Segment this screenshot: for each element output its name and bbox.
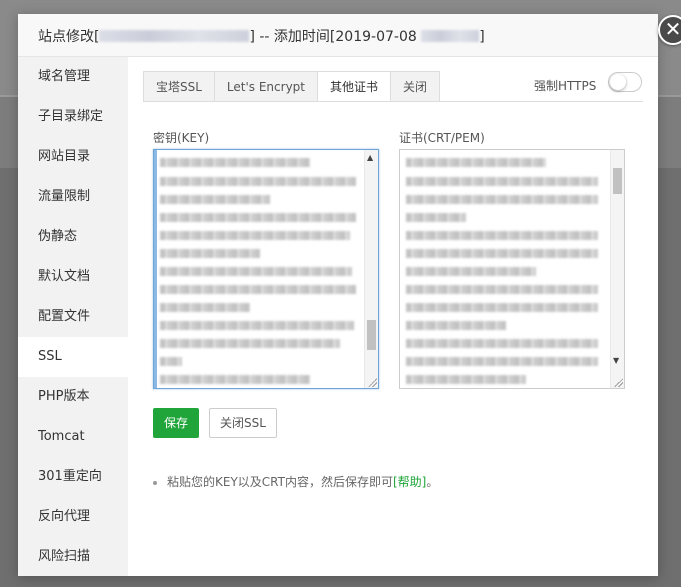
key-text-line	[160, 249, 260, 258]
sidebar-item-reverse-proxy[interactable]: 反向代理	[18, 497, 128, 537]
sidebar-item-config-file[interactable]: 配置文件	[18, 297, 128, 337]
cert-text-line	[406, 375, 526, 384]
cert-text-line	[406, 249, 598, 258]
close-dialog-button[interactable]: ✕	[658, 15, 681, 45]
help-tip: 粘贴您的KEY以及CRT内容，然后保存即可[帮助]。	[153, 473, 438, 490]
ssl-tabs: 宝塔SSL Let's Encrypt 其他证书 关闭	[143, 71, 441, 102]
save-button[interactable]: 保存	[153, 408, 199, 438]
dialog-title-suffix: ] -- 添加时间[2019-07-08	[249, 29, 417, 45]
key-text-line	[160, 285, 356, 294]
key-scroll-thumb[interactable]	[367, 320, 376, 350]
key-text-line	[160, 357, 182, 366]
key-scrollbar[interactable]: ▲	[364, 150, 378, 388]
cert-text-line	[406, 339, 598, 348]
force-https-toggle[interactable]	[608, 72, 642, 92]
cert-text-line	[406, 321, 506, 330]
settings-sidebar: 域名管理 子目录绑定 网站目录 流量限制 伪静态 默认文档 配置文件 SSL P…	[18, 57, 128, 576]
cert-textarea[interactable]: ▼	[399, 149, 625, 389]
sidebar-item-traffic-limit[interactable]: 流量限制	[18, 177, 128, 217]
sidebar-item-risk-scan[interactable]: 风险扫描	[18, 537, 128, 577]
cert-text-line	[406, 158, 546, 167]
sidebar-item-site-directory[interactable]: 网站目录	[18, 137, 128, 177]
key-label: 密钥(KEY)	[153, 131, 210, 145]
scroll-up-icon[interactable]: ▲	[367, 153, 373, 163]
sidebar-item-redirect-301[interactable]: 301重定向	[18, 457, 128, 497]
cert-text-line	[406, 231, 598, 240]
cert-label: 证书(CRT/PEM)	[399, 131, 485, 145]
resize-handle-icon[interactable]	[614, 378, 623, 387]
dialog-title-prefix: 站点修改[	[38, 29, 100, 45]
site-edit-dialog: 站点修改[ ] -- 添加时间[2019-07-08 ] ✕ 域名管理 子目录绑定…	[18, 14, 681, 576]
close-ssl-button[interactable]: 关闭SSL	[209, 408, 277, 438]
key-textarea[interactable]: ▲	[153, 149, 379, 389]
tip-end: 。	[426, 475, 439, 489]
cert-text-line	[406, 357, 598, 366]
force-https-label: 强制HTTPS	[534, 79, 597, 93]
bullet-icon	[153, 480, 157, 485]
key-focus-accent	[154, 150, 157, 388]
cert-scrollbar[interactable]: ▼	[610, 150, 624, 388]
help-link[interactable]: [帮助]	[393, 475, 426, 489]
resize-handle-icon[interactable]	[368, 378, 377, 387]
key-text-line	[160, 303, 250, 312]
cert-text-line	[406, 303, 598, 312]
key-text-line	[160, 158, 310, 167]
key-text-line	[160, 321, 354, 330]
key-text-line	[160, 213, 356, 222]
ssl-panel: 宝塔SSL Let's Encrypt 其他证书 关闭 强制HTTPS 密钥(K…	[128, 57, 658, 576]
key-text-line	[160, 231, 350, 240]
tab-divider	[143, 101, 643, 102]
redacted-time	[421, 30, 480, 42]
sidebar-item-subdir-binding[interactable]: 子目录绑定	[18, 97, 128, 137]
toggle-knob	[610, 74, 626, 90]
dialog-title: 站点修改[ ] -- 添加时间[2019-07-08 ]	[38, 26, 485, 46]
sidebar-item-rewrite[interactable]: 伪静态	[18, 217, 128, 257]
key-text-line	[160, 339, 340, 348]
sidebar-item-tomcat[interactable]: Tomcat	[18, 417, 128, 457]
sidebar-item-ssl[interactable]: SSL	[18, 337, 128, 377]
sidebar-item-php-version[interactable]: PHP版本	[18, 377, 128, 417]
tab-close[interactable]: 关闭	[391, 72, 440, 102]
sidebar-item-domain[interactable]: 域名管理	[18, 57, 128, 97]
cert-text-line	[406, 177, 598, 186]
tip-text: 粘贴您的KEY以及CRT内容，然后保存即可	[167, 475, 393, 489]
redacted-domain	[99, 30, 250, 42]
tab-lets-encrypt[interactable]: Let's Encrypt	[214, 72, 318, 102]
tab-bt-ssl[interactable]: 宝塔SSL	[144, 72, 215, 102]
dialog-header: 站点修改[ ] -- 添加时间[2019-07-08 ]	[18, 14, 658, 57]
cert-text-line	[406, 267, 536, 276]
key-text-line	[160, 267, 352, 276]
cert-scroll-thumb[interactable]	[613, 168, 622, 194]
key-text-line	[160, 195, 270, 204]
tab-other-cert[interactable]: 其他证书	[318, 72, 392, 102]
close-icon: ✕	[664, 17, 681, 41]
scroll-down-icon[interactable]: ▼	[613, 356, 619, 366]
key-text-line	[160, 177, 356, 186]
cert-text-line	[406, 213, 466, 222]
sidebar-item-default-doc[interactable]: 默认文档	[18, 257, 128, 297]
cert-text-line	[406, 285, 598, 294]
title-close-bracket: ]	[479, 29, 485, 45]
cert-text-line	[406, 195, 598, 204]
key-text-line	[160, 375, 310, 384]
